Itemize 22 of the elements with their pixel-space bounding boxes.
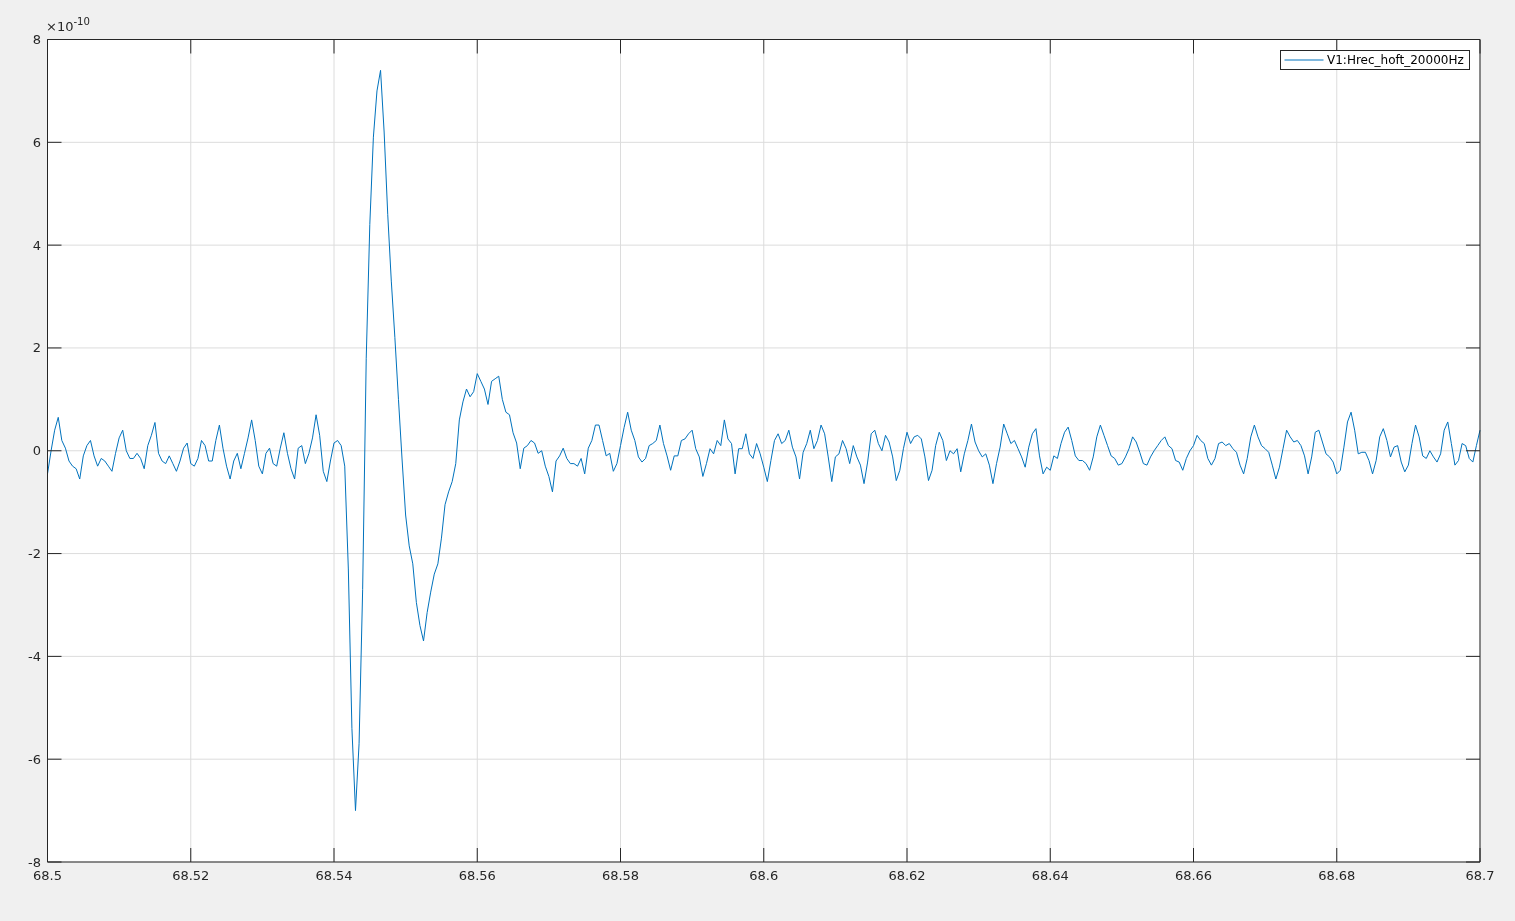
y-tick-label: 6 (32, 134, 41, 150)
x-tick-label: 68.7 (1465, 868, 1495, 883)
x-tick-label: 68.56 (458, 868, 496, 883)
legend-label: V1:Hrec_hoft_20000Hz (1327, 53, 1464, 67)
x-tick-label: 68.6 (749, 868, 779, 883)
y-tick-label: -4 (28, 648, 41, 664)
y-tick-label: 8 (32, 32, 41, 47)
x-tick-label: 68.58 (601, 868, 640, 883)
x-tick-label: 68.62 (888, 868, 926, 883)
x-tick-label: 68.52 (172, 868, 210, 883)
x-tick-label: 68.54 (315, 868, 353, 883)
y-tick-label: -2 (28, 546, 41, 562)
axis-exponent-label: ×10$^{-10}$ (46, 18, 90, 36)
y-tick-label: 2 (32, 340, 41, 356)
y-tick-label: -8 (28, 854, 41, 870)
x-tick-label: 68.66 (1174, 868, 1213, 883)
x-tick-label: 68.68 (1318, 868, 1356, 883)
x-tick-label: 68.64 (1031, 868, 1069, 883)
y-tick-label: 4 (32, 237, 41, 253)
y-tick-label: -6 (28, 751, 41, 767)
x-tick-label: 68.5 (33, 868, 62, 883)
y-tick-label: 0 (32, 443, 41, 459)
